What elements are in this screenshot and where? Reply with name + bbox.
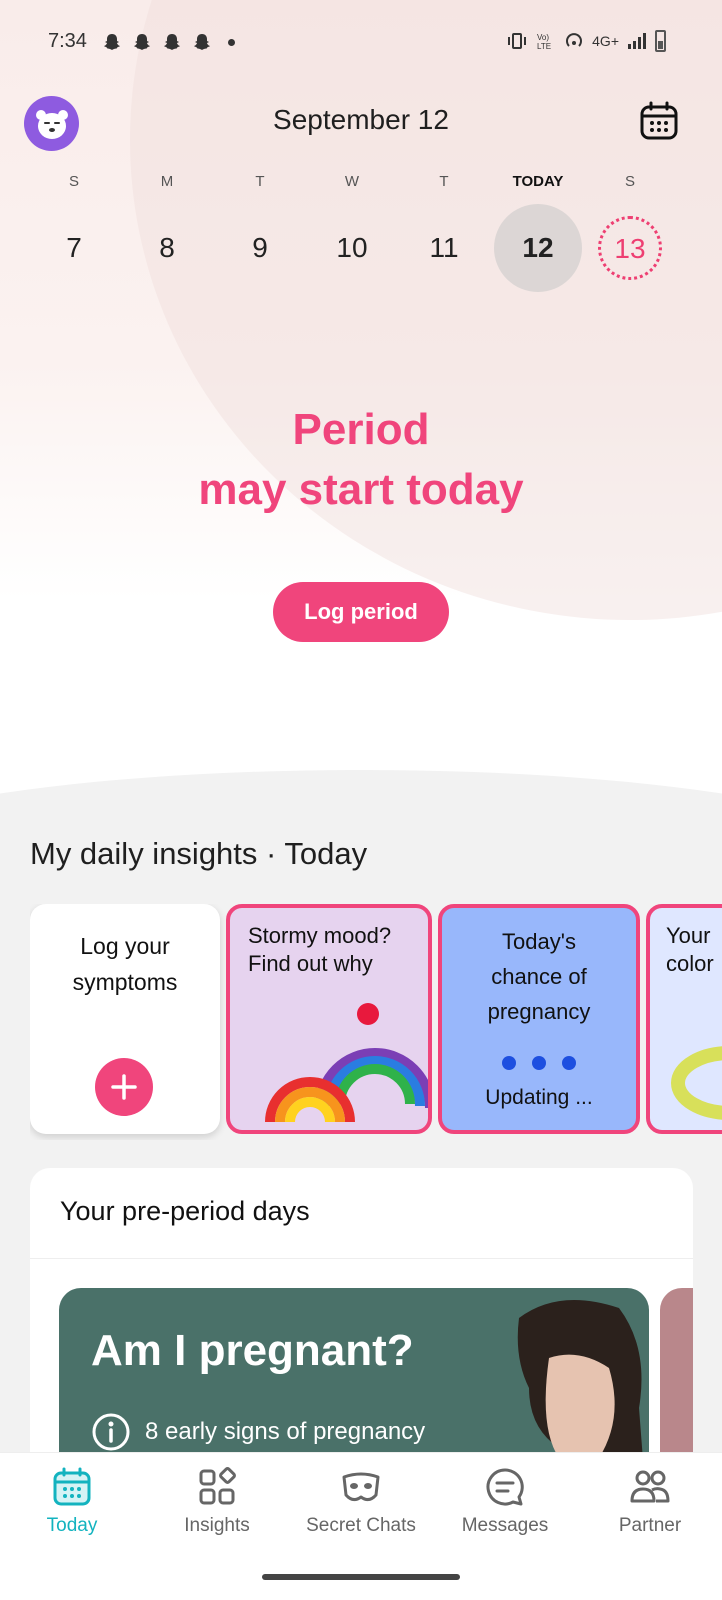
today-label: TODAY	[512, 173, 564, 190]
network-type: 4G+	[592, 33, 619, 49]
nav-secret-chats[interactable]: Secret Chats	[291, 1467, 431, 1537]
pregnancy-chance-text: Today's chance of pregnancy	[442, 924, 636, 1029]
week-strip: S 7 M 8 T 9 W 10 T 11 TODAY 12 S 13	[28, 172, 696, 292]
color-story-card[interactable]: Your color	[646, 904, 722, 1134]
stormy-mood-line-2: Find out why	[248, 951, 373, 976]
story-subtitle: 8 early signs of pregnancy	[91, 1412, 425, 1452]
day-8[interactable]: M 8	[121, 172, 213, 292]
calendar-icon[interactable]	[639, 101, 679, 141]
day-letter: S	[68, 173, 79, 190]
calendar-icon	[53, 1467, 91, 1506]
prediction-line-1: Period	[292, 405, 430, 454]
grid-icon	[199, 1467, 236, 1505]
chat-icon	[486, 1468, 524, 1506]
volte-icon: Vo)LTE	[537, 33, 551, 51]
day-10[interactable]: W 10	[306, 172, 398, 292]
log-period-button[interactable]: Log period	[273, 582, 449, 642]
pre-period-panel: Your pre-period days Am I pregnant? 8 ea…	[30, 1168, 693, 1488]
plus-icon	[111, 1074, 137, 1100]
nav-label: Messages	[461, 1515, 549, 1536]
nav-label: Secret Chats	[306, 1515, 416, 1536]
nav-label: Today	[46, 1515, 98, 1536]
current-date-title: September 12	[273, 104, 449, 135]
nav-insights[interactable]: Insights	[147, 1467, 287, 1537]
snapchat-icon	[164, 34, 180, 50]
hero-decorative-circle	[130, 0, 722, 620]
story-title: Am I pregnant?	[91, 1326, 414, 1375]
nav-partner[interactable]: Partner	[580, 1467, 720, 1537]
nav-today[interactable]: Today	[2, 1467, 142, 1537]
day-7[interactable]: S 7	[28, 172, 120, 292]
stormy-mood-story-card[interactable]: Stormy mood? Find out why	[226, 904, 432, 1134]
snapchat-icon	[194, 34, 210, 50]
day-letter: T	[255, 173, 265, 190]
loading-dots	[442, 1056, 636, 1070]
chance-line-2: chance of	[491, 964, 587, 989]
mask-icon	[342, 1472, 380, 1502]
log-symptoms-line-2: symptoms	[72, 969, 178, 995]
day-number: 7	[66, 232, 82, 263]
day-number-predicted-period: 13	[598, 216, 662, 280]
color-card-text: Your color	[666, 922, 714, 978]
day-13-predicted[interactable]: S 13	[584, 172, 676, 280]
more-notifications-dot	[228, 38, 235, 46]
hero-bottom-curve	[0, 770, 722, 800]
signal-icon	[628, 33, 646, 49]
daily-insights-heading: My daily insights · Today	[30, 836, 368, 871]
insights-carousel[interactable]: Log your symptoms Stormy mood? Find out …	[30, 904, 722, 1140]
day-letter: M	[160, 173, 174, 190]
day-9[interactable]: T 9	[214, 172, 306, 292]
pregnancy-chance-status: Updating ...	[485, 1086, 593, 1109]
pre-period-title: Your pre-period days	[60, 1196, 310, 1226]
stormy-mood-text: Stormy mood? Find out why	[248, 922, 391, 978]
story-subtitle-text: 8 early signs of pregnancy	[145, 1418, 426, 1445]
chance-line-3: pregnancy	[487, 999, 591, 1024]
chance-line-1: Today's	[502, 929, 576, 954]
log-symptoms-card[interactable]: Log your symptoms	[30, 904, 220, 1134]
log-symptoms-text: Log your symptoms	[30, 928, 220, 1000]
nav-messages[interactable]: Messages	[435, 1467, 575, 1537]
status-bar: 7:34 Vo) LTE 4G+	[0, 0, 722, 88]
color-line-2: color	[666, 951, 714, 976]
log-symptoms-line-1: Log your	[80, 933, 170, 959]
vibrate-icon	[508, 33, 527, 49]
color-line-1: Your	[666, 923, 711, 948]
status-time: 7:34	[48, 30, 87, 52]
day-12-today[interactable]: TODAY 12	[492, 172, 584, 292]
ring-illustration	[671, 1046, 722, 1120]
rainbow-illustration	[265, 1003, 428, 1123]
info-icon	[92, 1413, 130, 1451]
divider	[30, 1258, 693, 1259]
day-letter: W	[344, 173, 360, 190]
status-indicators: Vo) LTE 4G+	[506, 30, 666, 52]
day-letter: T	[439, 173, 449, 190]
day-number: 8	[159, 232, 175, 263]
snapchat-icon	[134, 34, 150, 50]
period-prediction-message: Period may start today	[0, 400, 722, 520]
stormy-mood-line-1: Stormy mood?	[248, 923, 392, 948]
add-symptoms-button[interactable]	[95, 1058, 153, 1116]
hotspot-icon	[566, 33, 583, 47]
snapchat-icon	[104, 34, 120, 50]
day-11[interactable]: T 11	[398, 172, 490, 292]
day-letter: S	[624, 173, 635, 190]
nav-label: Partner	[618, 1515, 682, 1536]
day-number: 10	[336, 232, 368, 263]
svg-text:LTE: LTE	[537, 42, 551, 51]
day-number: 11	[429, 232, 459, 263]
battery-icon	[655, 30, 666, 52]
day-number-selected: 12	[494, 204, 582, 292]
home-indicator[interactable]	[262, 1574, 460, 1580]
notification-icons	[102, 32, 235, 52]
pregnancy-chance-card[interactable]: Today's chance of pregnancy Updating ...	[438, 904, 640, 1134]
day-number: 9	[252, 232, 268, 263]
prediction-line-2: may start today	[198, 465, 524, 514]
people-icon	[630, 1470, 670, 1503]
svg-text:Vo): Vo)	[537, 33, 549, 42]
nav-label: Insights	[184, 1515, 250, 1536]
